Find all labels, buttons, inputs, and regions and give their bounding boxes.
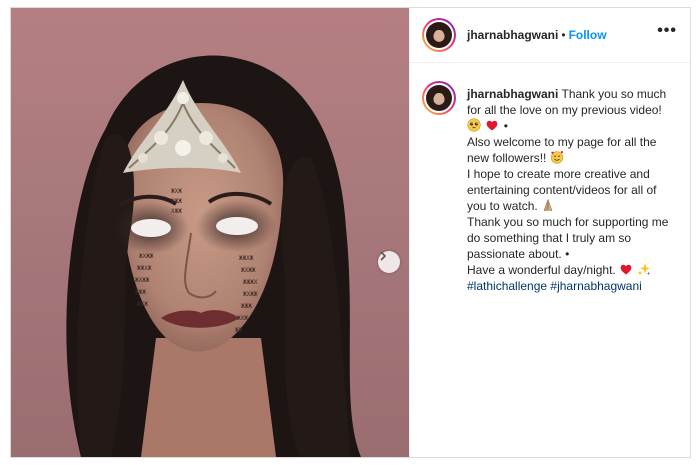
svg-text:ЖЖЖ: ЖЖЖ [135, 289, 146, 296]
svg-text:ЖЖЖ: ЖЖЖ [241, 303, 252, 310]
post-side-panel: jharnabhagwani • Follow ••• jharnabhagwani… [409, 8, 690, 457]
red-heart-emoji-icon [620, 264, 632, 275]
post-header: jharnabhagwani • Follow ••• [410, 8, 690, 63]
post-photo[interactable]: ЖХЖ ЖЖЖ ХЖЖ ЖХЖЖ ЖЖХЖ ЖХЖЖ ЖЖЖ ЖХЖ ЖЖХЖ … [11, 8, 409, 457]
caption-line-8: you to watch. [467, 198, 687, 214]
smiling-face-with-hearts-emoji-icon [550, 151, 563, 164]
chevron-right-icon [380, 251, 386, 261]
caption-line-3: • [467, 118, 687, 134]
hashtag-lathichallenge[interactable]: #lathichallenge [467, 279, 547, 293]
caption-line-12: Have a wonderful day/night. [467, 262, 687, 278]
folded-hands-emoji-icon [543, 199, 553, 211]
author-username[interactable]: jharnabhagwani [467, 28, 558, 42]
caption-line-1: jharnabhagwani Thank you so much [467, 87, 667, 101]
svg-text:ЖЖХЖ: ЖЖХЖ [239, 255, 254, 262]
red-heart-emoji-icon [486, 120, 498, 131]
caption-line-6: I hope to create more creative and [467, 167, 650, 181]
instagram-post: ЖХЖ ЖЖЖ ХЖЖ ЖХЖЖ ЖЖХЖ ЖХЖЖ ЖЖЖ ЖХЖ ЖЖХЖ … [10, 7, 691, 458]
svg-text:ЖХЖ: ЖХЖ [137, 301, 148, 308]
hashtag-jharnabhagwani[interactable]: #jharnabhagwani [550, 279, 641, 293]
caption-text: jharnabhagwani Thank you so much for all… [467, 86, 687, 294]
caption-line-2: for all the love on my previous video! [467, 103, 662, 117]
next-image-button[interactable] [378, 251, 400, 273]
caption-line-4: Also welcome to my page for all the [467, 135, 657, 149]
caption-line-5: new followers!! [467, 150, 687, 166]
svg-text:ЖЖХЖ: ЖЖХЖ [137, 265, 152, 272]
svg-text:ЖЖЖХ: ЖЖЖХ [243, 279, 258, 286]
author-info: jharnabhagwani • Follow [467, 28, 607, 42]
caption-username[interactable]: jharnabhagwani [467, 87, 558, 101]
caption-line-7: entertaining content/videos for all of [467, 183, 657, 197]
portrait-illustration: ЖХЖ ЖЖЖ ХЖЖ ЖХЖЖ ЖЖХЖ ЖХЖЖ ЖЖЖ ЖХЖ ЖЖХЖ … [66, 55, 361, 457]
caption-line-10: do something that I truly am so [467, 231, 632, 245]
caption-avatar[interactable] [422, 81, 456, 115]
svg-text:ЖЖЖ: ЖЖЖ [171, 198, 182, 205]
svg-text:ЖХЖЖ: ЖХЖЖ [241, 267, 256, 274]
sparkles-emoji-icon [638, 263, 651, 276]
more-options-button[interactable]: ••• [657, 23, 677, 39]
follow-button[interactable]: Follow [569, 28, 607, 42]
caption-line-11: passionate about. • [467, 247, 570, 261]
author-avatar[interactable] [422, 18, 456, 52]
svg-text:ЖХЖ: ЖХЖ [237, 315, 248, 322]
svg-text:ЖХЖ: ЖХЖ [171, 188, 182, 195]
svg-text:ЖХЖЖ: ЖХЖЖ [139, 253, 154, 260]
svg-text:ЖЖ: ЖЖ [235, 327, 243, 334]
caption-line-9: Thank you so much for supporting me [467, 215, 669, 229]
caption-hashtags: #lathichallenge #jharnabhagwani [467, 278, 687, 294]
svg-text:ХЖЖ: ХЖЖ [171, 208, 182, 215]
pleading-face-emoji-icon [467, 118, 481, 132]
svg-text:ЖХЖЖ: ЖХЖЖ [243, 291, 258, 298]
svg-text:ЖХЖЖ: ЖХЖЖ [135, 277, 150, 284]
separator-dot: • [561, 28, 566, 42]
